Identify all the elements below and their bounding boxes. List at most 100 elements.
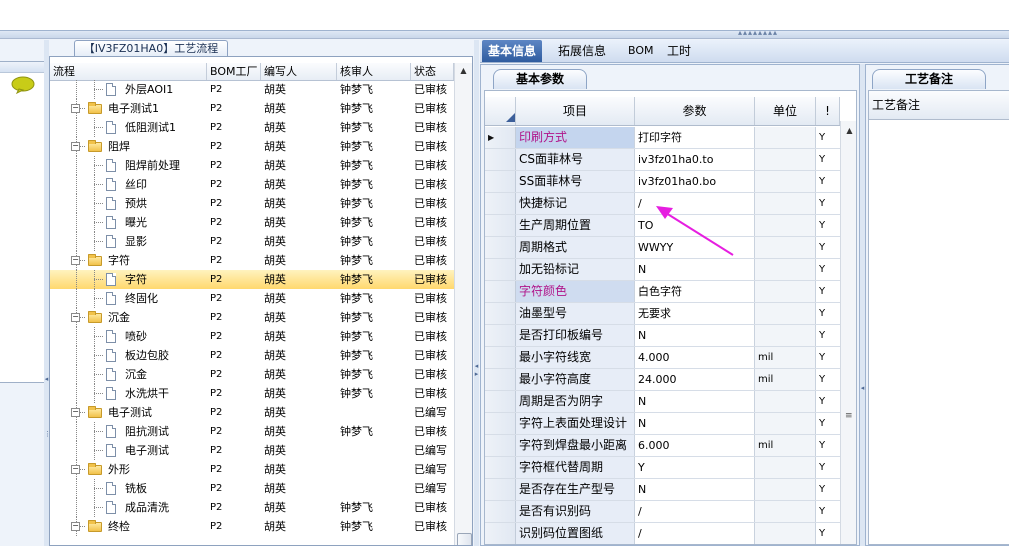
row-indicator[interactable] [485,479,516,500]
row-indicator[interactable] [485,149,516,170]
tab-extended-info[interactable]: 拓展信息 [558,40,606,62]
tree-node-cell[interactable]: − 电子测试1 [50,99,207,118]
param-value-cell[interactable]: N [635,479,755,500]
column-header-bom[interactable]: BOM工厂 [207,63,261,80]
tree-item-row[interactable]: 丝印 P2 胡英 钟梦飞 已审核 [50,175,454,194]
process-panel-title[interactable]: 【IV3FZ01HA0】工艺流程 [74,40,228,57]
tree-item-row[interactable]: 成品清洗 P2 胡英 钟梦飞 已审核 [50,498,454,517]
param-row[interactable]: 是否打印板编号 N Y [485,325,840,347]
tree-node-cell[interactable]: 低阻测试1 [50,118,207,137]
param-value-cell[interactable]: iv3fz01ha0.to [635,149,755,170]
param-row[interactable]: 字符颜色 白色字符 Y [485,281,840,303]
row-indicator[interactable] [485,325,516,346]
column-header-reviewer[interactable]: 核审人 [337,63,411,80]
row-indicator[interactable] [485,391,516,412]
collapse-toggle-icon[interactable]: − [71,522,80,531]
row-indicator[interactable] [485,347,516,368]
row-indicator[interactable] [485,523,516,544]
tree-node-cell[interactable]: 显影 [50,232,207,251]
tree-node-cell[interactable]: 外层AOI1 [50,80,207,99]
process-notes-box[interactable]: 工艺备注 [868,90,1009,545]
column-header-status[interactable]: 状态 [411,63,454,80]
param-row[interactable]: ▶ 印刷方式 打印字符 Y [485,127,840,149]
tree-node-cell[interactable]: 字符 [50,270,207,289]
tree-node-cell[interactable]: 阻抗测试 [50,422,207,441]
tree-node-cell[interactable]: − 电子测试 [50,403,207,422]
tree-folder-row[interactable]: − 沉金 P2 胡英 钟梦飞 已审核 [50,308,454,327]
column-header-value[interactable]: 参数 [635,97,755,125]
param-value-cell[interactable]: Y [635,457,755,478]
center-splitter-right-arrow-icon[interactable]: ▸ [474,370,479,378]
tree-node-cell[interactable]: 阻焊前处理 [50,156,207,175]
param-value-cell[interactable]: 24.000 [635,369,755,390]
tree-node-cell[interactable]: − 字符 [50,251,207,270]
tree-item-row[interactable]: 喷砂 P2 胡英 钟梦飞 已审核 [50,327,454,346]
tree-item-row[interactable]: 预烘 P2 胡英 钟梦飞 已审核 [50,194,454,213]
param-value-cell[interactable]: 4.000 [635,347,755,368]
tree-item-row[interactable]: 阻抗测试 P2 胡英 钟梦飞 已审核 [50,422,454,441]
tree-node-cell[interactable]: 沉金 [50,365,207,384]
current-row-indicator-icon[interactable]: ▶ [485,127,516,148]
tree-node-cell[interactable]: 铣板 [50,479,207,498]
tree-node-cell[interactable]: 水洗烘干 [50,384,207,403]
row-indicator[interactable] [485,501,516,522]
param-row[interactable]: 是否有识别码 / Y [485,501,840,523]
tree-item-row[interactable]: 低阻测试1 P2 胡英 钟梦飞 已审核 [50,118,454,137]
collapse-toggle-icon[interactable]: − [71,408,80,417]
param-row[interactable]: 加无铅标记 N Y [485,259,840,281]
collapse-toggle-icon[interactable]: − [71,256,80,265]
process-tree-scrollbar[interactable]: ▲ [454,63,472,545]
param-row[interactable]: 最小字符高度 24.000 mil Y [485,369,840,391]
param-row[interactable]: 识别码位置图纸 / Y [485,523,840,544]
tree-item-row[interactable]: 曝光 P2 胡英 钟梦飞 已审核 [50,213,454,232]
center-splitter[interactable]: ◂ ▸ [474,40,479,546]
param-row[interactable]: 字符上表面处理设计 N Y [485,413,840,435]
param-row[interactable]: 周期格式 WWYY Y [485,237,840,259]
row-indicator[interactable] [485,259,516,280]
tree-item-row[interactable]: 终固化 P2 胡英 钟梦飞 已审核 [50,289,454,308]
param-grid-scrollbar[interactable]: ▲ ≡ [840,121,856,544]
tab-work-hours[interactable]: 工时 [667,40,691,62]
param-value-cell[interactable]: / [635,523,755,544]
row-indicator[interactable] [485,413,516,434]
row-indicator[interactable] [485,369,516,390]
tree-folder-row[interactable]: − 字符 P2 胡英 钟梦飞 已审核 [50,251,454,270]
param-value-cell[interactable]: WWYY [635,237,755,258]
tree-node-cell[interactable]: − 终检 [50,517,207,536]
chat-bubble-icon[interactable] [10,76,36,94]
tree-item-row[interactable]: 沉金 P2 胡英 钟梦飞 已审核 [50,365,454,384]
param-value-cell[interactable]: / [635,501,755,522]
param-row[interactable]: 生产周期位置 TO Y [485,215,840,237]
row-indicator[interactable] [485,281,516,302]
param-row[interactable]: SS面菲林号 iv3fz01ha0.bo Y [485,171,840,193]
param-row[interactable]: 油墨型号 无要求 Y [485,303,840,325]
scroll-thumb[interactable] [457,533,472,545]
tab-basic-params[interactable]: 基本参数 [493,69,587,89]
row-indicator[interactable] [485,193,516,214]
param-row[interactable]: 字符框代替周期 Y Y [485,457,840,479]
tree-item-row[interactable]: 字符 P2 胡英 钟梦飞 已审核 [50,270,454,289]
tree-node-cell[interactable]: 终固化 [50,289,207,308]
row-indicator[interactable] [485,457,516,478]
row-indicator[interactable] [485,303,516,324]
tree-node-cell[interactable]: 曝光 [50,213,207,232]
tree-item-row[interactable]: 铣板 P2 胡英 已编写 [50,479,454,498]
top-splitter-grip[interactable]: ▴▴▴▴▴▴▴▴ [718,29,798,37]
tree-folder-row[interactable]: − 终检 P2 胡英 钟梦飞 已审核 [50,517,454,536]
param-value-cell[interactable]: 6.000 [635,435,755,456]
tree-node-cell[interactable]: 丝印 [50,175,207,194]
tree-node-cell[interactable]: 成品清洗 [50,498,207,517]
tree-node-cell[interactable]: − 阻焊 [50,137,207,156]
param-value-cell[interactable]: 打印字符 [635,127,755,148]
column-header-process[interactable]: 流程 [50,63,207,80]
column-header-writer[interactable]: 编写人 [261,63,337,80]
tree-item-row[interactable]: 水洗烘干 P2 胡英 钟梦飞 已审核 [50,384,454,403]
param-value-cell[interactable]: N [635,259,755,280]
tree-item-row[interactable]: 阻焊前处理 P2 胡英 钟梦飞 已审核 [50,156,454,175]
tree-item-row[interactable]: 电子测试 P2 胡英 已编写 [50,441,454,460]
tree-item-row[interactable]: 显影 P2 胡英 钟梦飞 已审核 [50,232,454,251]
tree-node-cell[interactable]: 电子测试 [50,441,207,460]
tree-node-cell[interactable]: − 外形 [50,460,207,479]
row-indicator[interactable] [485,435,516,456]
param-row[interactable]: 字符到焊盘最小距离 6.000 mil Y [485,435,840,457]
